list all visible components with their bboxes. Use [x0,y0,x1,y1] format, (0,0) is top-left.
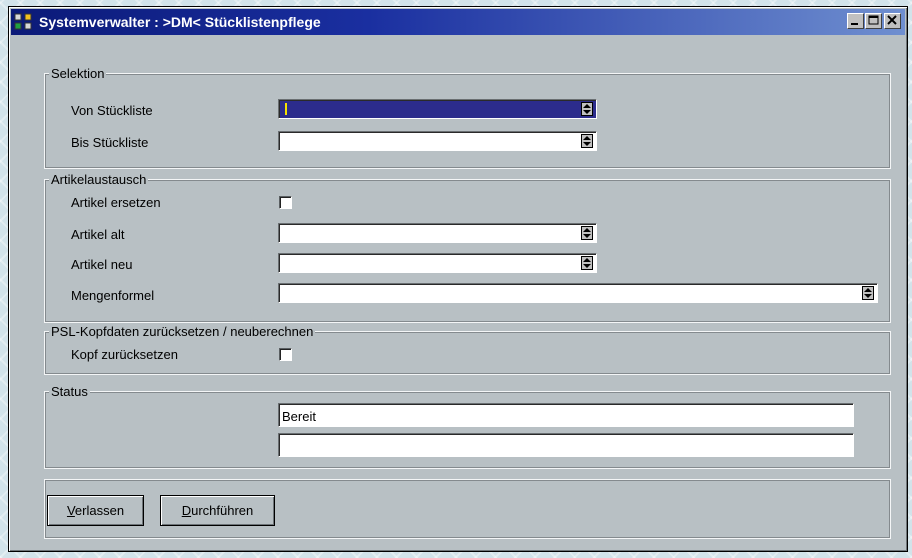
title-bar[interactable]: Systemverwalter : >DM< Stücklistenpflege [11,9,905,35]
bis-stueckliste-label: Bis Stückliste [71,135,149,150]
selektion-legend: Selektion [49,66,107,81]
von-stueckliste-input[interactable] [278,99,597,119]
verlassen-button[interactable]: Verlassen [47,495,144,526]
artikel-neu-label: Artikel neu [71,257,133,272]
stuecklistenpflege-window: Systemverwalter : >DM< Stücklistenpflege… [8,6,908,552]
minimize-icon [851,23,858,25]
window-title: Systemverwalter : >DM< Stücklistenpflege [39,14,321,30]
close-button[interactable] [884,13,901,29]
artikel-alt-label: Artikel alt [71,227,125,242]
bis-stueckliste-spin[interactable] [581,134,593,148]
minimize-button[interactable] [847,13,864,29]
text-cursor [285,103,287,115]
artikel-alt-input[interactable] [278,223,597,243]
mengenformel-input[interactable] [278,283,878,303]
bis-stueckliste-input[interactable] [278,131,597,151]
verlassen-label: erlassen [74,503,125,518]
artikel-neu-spin[interactable] [581,256,593,270]
spin-arrows-icon [864,288,872,298]
artikel-alt-spin[interactable] [581,226,593,240]
durchfuehren-mnemonic: D [181,503,192,518]
von-stueckliste-spin[interactable] [581,102,593,116]
spin-arrows-icon [583,104,591,114]
durchfuehren-label: urchführen [191,503,254,518]
kopf-zuruecksetzen-label: Kopf zurücksetzen [71,347,178,362]
maximize-icon [868,15,879,25]
close-icon [887,15,897,25]
artikel-neu-input[interactable] [278,253,597,273]
verlassen-mnemonic: V [66,503,75,518]
kopf-zuruecksetzen-checkbox[interactable] [279,348,292,361]
spin-arrows-icon [583,136,591,146]
artikel-ersetzen-label: Artikel ersetzen [71,195,161,210]
artikel-ersetzen-checkbox[interactable] [279,196,292,209]
status-line-1: Bereit [278,403,854,427]
maximize-button[interactable] [865,13,882,29]
spin-arrows-icon [583,258,591,268]
durchfuehren-button[interactable]: Durchführen [160,495,275,526]
selektion-group: Selektion [44,66,891,169]
status-line-2 [278,433,854,457]
von-stueckliste-label: Von Stückliste [71,103,153,118]
app-icon [14,12,34,32]
mengenformel-spin[interactable] [862,286,874,300]
mengenformel-label: Mengenformel [71,288,155,303]
artikelaustausch-legend: Artikelaustausch [49,172,149,187]
kopfdaten-legend: PSL-Kopfdaten zurücksetzen / neuberechne… [49,324,316,339]
spin-arrows-icon [583,228,591,238]
status-legend: Status [49,384,90,399]
